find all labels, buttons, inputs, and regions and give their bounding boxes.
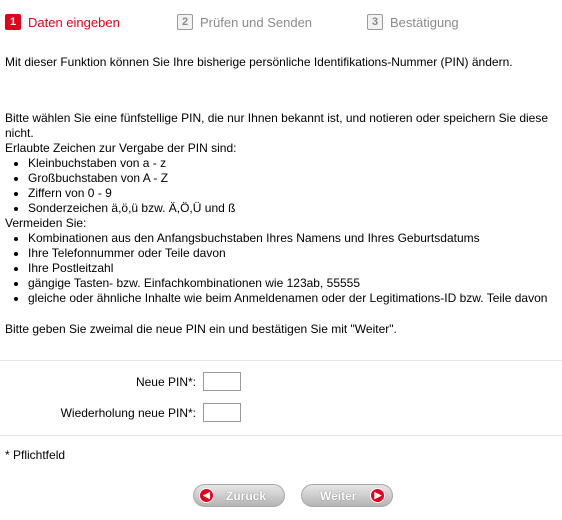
step-number-3: 3	[367, 14, 383, 30]
avoid-heading: Vermeiden Sie:	[5, 216, 87, 230]
list-item: Sonderzeichen ä,ö,ü bzw. Ä,Ö,Ü und ß	[28, 201, 562, 216]
next-button[interactable]: Weiter ▶	[301, 484, 393, 507]
confirm-hint: Bitte geben Sie zweimal die neue PIN ein…	[5, 322, 397, 336]
allowed-list: Kleinbuchstaben von a - z Großbuchstaben…	[5, 156, 562, 216]
allowed-heading: Erlaubte Zeichen zur Vergabe der PIN sin…	[5, 141, 237, 155]
new-pin-label: Neue PIN*:	[135, 374, 196, 389]
repeat-pin-row: Wiederholung neue PIN*:	[0, 403, 241, 422]
repeat-pin-label: Wiederholung neue PIN*:	[60, 405, 196, 420]
list-item: Kleinbuchstaben von a - z	[28, 156, 562, 171]
back-button-label: Zurück	[226, 488, 267, 503]
arrow-left-icon: ◀	[199, 488, 214, 503]
choose-hint: Bitte wählen Sie eine fünfstellige PIN, …	[5, 111, 549, 140]
arrow-right-icon: ▶	[370, 488, 386, 503]
required-note: * Pflichtfeld	[5, 448, 66, 462]
list-item: Kombinationen aus den Anfangsbuchstaben …	[28, 231, 562, 246]
avoid-list: Kombinationen aus den Anfangsbuchstaben …	[5, 231, 562, 306]
divider	[0, 435, 562, 436]
repeat-pin-input[interactable]	[203, 403, 241, 422]
list-item: gleiche oder ähnliche Inhalte wie beim A…	[28, 291, 562, 306]
step-2: 2 Prüfen und Senden	[177, 14, 312, 30]
list-item: Ihre Telefonnummer oder Teile davon	[28, 246, 562, 261]
new-pin-input[interactable]	[203, 372, 241, 391]
step-label-3: Bestätigung	[390, 14, 459, 30]
intro-text: Mit dieser Funktion können Sie Ihre bish…	[5, 55, 513, 69]
list-item: gängige Tasten- bzw. Einfachkombinatione…	[28, 276, 562, 291]
step-1-active: 1 Daten eingeben	[5, 14, 120, 30]
divider	[0, 360, 562, 361]
step-label-2: Prüfen und Senden	[200, 14, 313, 30]
list-item: Großbuchstaben von A - Z	[28, 171, 562, 186]
step-label-1: Daten eingeben	[28, 14, 120, 30]
pin-rules: Bitte wählen Sie eine fünfstellige PIN, …	[5, 111, 562, 306]
new-pin-row: Neue PIN*:	[0, 372, 241, 391]
list-item: Ihre Postleitzahl	[28, 261, 562, 276]
progress-steps: 1 Daten eingeben 2 Prüfen und Senden 3 B…	[5, 14, 562, 32]
step-number-1: 1	[5, 14, 21, 30]
step-number-2: 2	[177, 14, 193, 30]
back-button[interactable]: ◀ Zurück	[193, 484, 285, 507]
step-3: 3 Bestätigung	[367, 14, 459, 30]
next-button-label: Weiter	[320, 488, 357, 503]
list-item: Ziffern von 0 - 9	[28, 186, 562, 201]
